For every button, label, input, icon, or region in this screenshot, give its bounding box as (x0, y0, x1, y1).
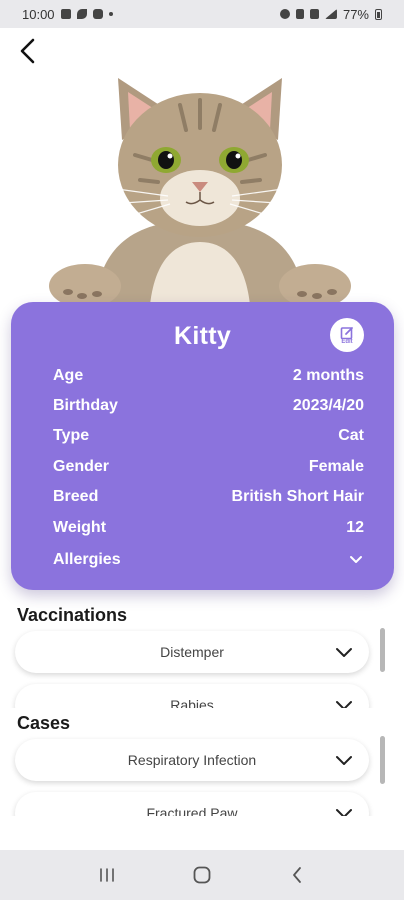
field-value: British Short Hair (231, 488, 364, 505)
status-bar-left: 10:00 (22, 7, 113, 22)
chevron-down-icon (336, 756, 352, 765)
wifi-icon (309, 9, 319, 19)
field-label: Weight (53, 519, 107, 536)
vaccination-label: Distemper (160, 644, 224, 660)
vaccinations-title: Vaccinations (17, 605, 128, 625)
leaf-notification-icon (76, 9, 87, 19)
status-bar-right: 77% (279, 6, 382, 22)
field-label: Birthday (53, 397, 118, 414)
nav-back-button[interactable] (281, 859, 313, 891)
field-value: Female (308, 458, 364, 475)
field-value: 2023/4/20 (292, 397, 364, 414)
field-row-weight: Weight 12 (53, 517, 364, 539)
field-value: 2 months (292, 367, 364, 384)
field-label: Type (53, 427, 90, 444)
pet-photo (40, 70, 360, 310)
vaccination-label: Rabies (170, 697, 214, 708)
home-button[interactable] (186, 859, 218, 891)
field-value: Cat (338, 427, 364, 444)
nav-back-icon (292, 867, 301, 883)
battery-icon (375, 8, 382, 20)
edit-button[interactable]: Edit (330, 318, 364, 352)
home-icon (193, 866, 211, 884)
pet-info-card: Kitty Edit Age 2 months Birthday 2023/4/… (11, 302, 394, 590)
recents-icon (100, 868, 115, 882)
edit-label: Edit (341, 338, 353, 345)
chevron-down-icon (336, 648, 352, 657)
alarm-icon (279, 9, 290, 19)
back-arrow-icon (20, 38, 35, 64)
allergies-toggle[interactable]: Allergies (53, 549, 364, 571)
field-row-type: Type Cat (53, 425, 364, 447)
case-item[interactable]: Respiratory Infection (15, 739, 369, 781)
vaccinations-scrollbar[interactable] (380, 628, 385, 672)
cases-list[interactable]: Respiratory Infection Fractured Paw (0, 736, 404, 816)
field-row-gender: Gender Female (53, 456, 364, 478)
vaccination-item[interactable]: Rabies (15, 684, 369, 708)
youtube-notification-icon (92, 9, 103, 19)
vaccinations-list[interactable]: Distemper Rabies (0, 628, 404, 708)
status-time: 10:00 (22, 6, 55, 22)
field-label: Gender (53, 458, 110, 475)
system-nav-bar (0, 850, 404, 900)
field-value: 12 (346, 519, 364, 536)
back-button[interactable] (12, 34, 42, 68)
case-label: Respiratory Infection (127, 752, 257, 768)
edit-icon (340, 326, 353, 339)
signal-icon (324, 9, 337, 19)
field-row-birthday: Birthday 2023/4/20 (53, 395, 364, 417)
cases-scrollbar[interactable] (380, 736, 385, 784)
status-bar: 10:00 77% (0, 0, 404, 28)
field-row-breed: Breed British Short Hair (53, 486, 364, 508)
vaccination-item[interactable]: Distemper (15, 631, 369, 673)
cases-title: Cases (17, 713, 71, 733)
recents-button[interactable] (91, 859, 123, 891)
silent-icon (295, 9, 304, 19)
gallery-notification-icon (60, 9, 71, 19)
field-label: Age (53, 367, 84, 384)
field-label: Breed (53, 488, 99, 505)
case-item[interactable]: Fractured Paw (15, 792, 369, 816)
field-row-age: Age 2 months (53, 365, 364, 387)
more-notifications-icon (108, 12, 113, 16)
chevron-down-icon (336, 809, 352, 816)
chevron-down-icon (348, 552, 364, 568)
battery-percent: 77% (342, 6, 369, 22)
chevron-down-icon (336, 701, 352, 708)
allergies-label: Allergies (53, 551, 121, 568)
case-label: Fractured Paw (146, 805, 238, 816)
